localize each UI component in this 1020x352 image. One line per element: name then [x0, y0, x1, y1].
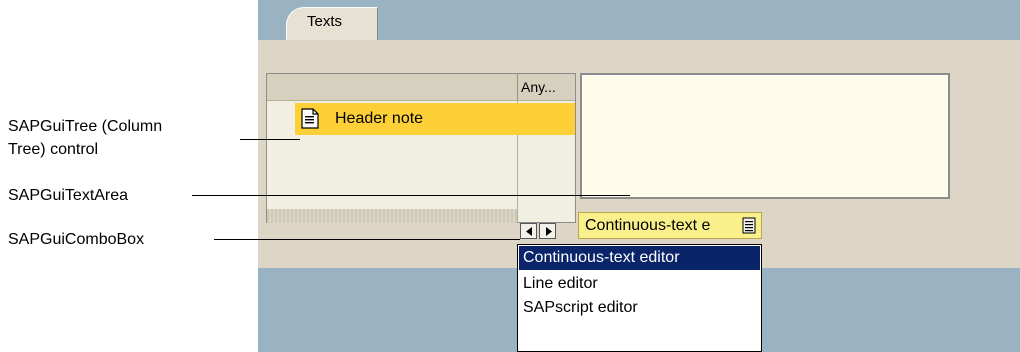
dropdown-button-icon[interactable]	[742, 217, 756, 234]
option-sapscript-editor[interactable]: SAPscript editor	[519, 296, 760, 320]
tab-strip: Texts	[258, 0, 1020, 40]
annotation-line-tree	[240, 139, 300, 140]
annotation-combobox: SAPGuiComboBox	[8, 231, 145, 248]
scroll-right-button[interactable]	[539, 223, 556, 239]
scroll-left-icon	[526, 227, 532, 236]
annotation-line-textarea	[192, 195, 630, 196]
option-continuous-text-editor[interactable]: Continuous-text editor	[519, 246, 760, 270]
tree-header: Any...	[267, 74, 575, 101]
annotation-tree-line1: SAPGuiTree (Column	[8, 118, 163, 135]
annotation-tree-line2: Tree) control	[8, 141, 99, 158]
tree-item-label: Header note	[335, 110, 424, 127]
annotation-textarea: SAPGuiTextArea	[8, 187, 129, 204]
column-header-any[interactable]: Any...	[517, 74, 575, 101]
column-tree[interactable]: Any... Header note	[266, 73, 576, 223]
tree-row[interactable]: Header note	[267, 103, 575, 135]
editor-combobox[interactable]: Continuous-text e	[578, 212, 762, 239]
scroll-left-button[interactable]	[520, 223, 537, 239]
option-line-editor[interactable]: Line editor	[519, 272, 760, 296]
annotation-line-combobox	[214, 239, 520, 240]
text-area[interactable]	[580, 73, 950, 199]
tree-horizontal-scrollbar[interactable]	[267, 209, 517, 223]
scroll-right-icon	[546, 227, 552, 236]
sap-window: Texts Any... Header note Continuous-text…	[258, 0, 1020, 352]
combobox-dropdown-list: Continuous-text editor Line editor SAPsc…	[517, 244, 762, 352]
tab-texts[interactable]: Texts	[286, 7, 378, 40]
document-icon	[301, 108, 319, 129]
combobox-value: Continuous-text e	[585, 217, 711, 234]
